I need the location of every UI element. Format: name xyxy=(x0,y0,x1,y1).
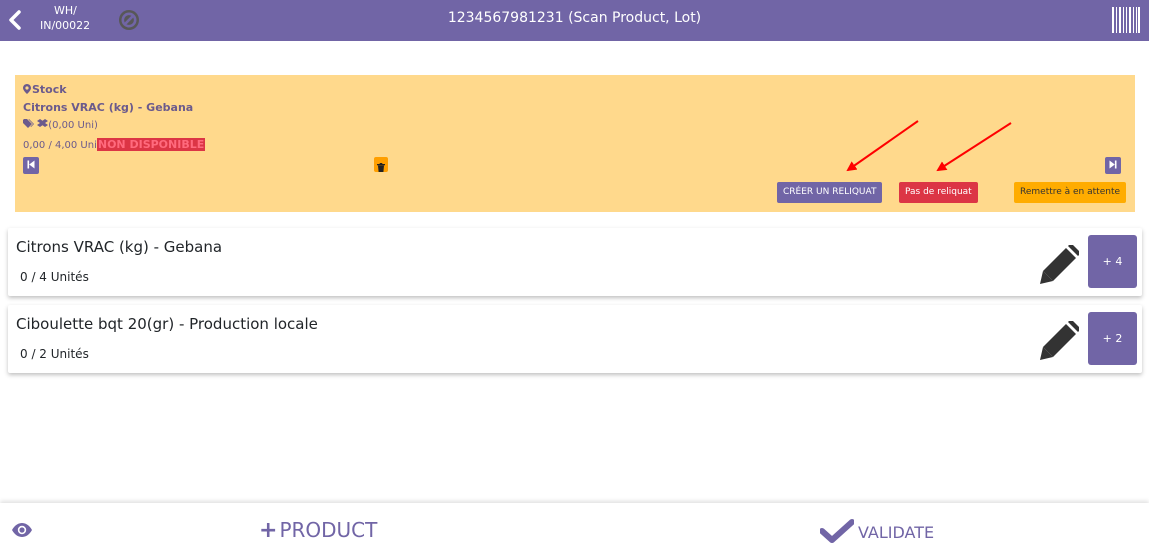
product-line-card[interactable]: Ciboulette bqt 20(gr) - Production local… xyxy=(8,305,1142,373)
stock-panel: Stock Citrons VRAC (kg) - Gebana (0,00 U… xyxy=(15,75,1135,212)
quantity-line: 0,00 / 4,00 UniNON DISPONIBLE xyxy=(23,138,206,151)
product-line-qty: 0 / 2 Unités xyxy=(20,347,89,361)
status-badge: NON DISPONIBLE xyxy=(96,138,206,151)
add-product-label: PRODUCT xyxy=(279,518,378,542)
step-forward-icon xyxy=(1109,160,1117,169)
package-info: (0,00 Uni) xyxy=(23,119,98,131)
step-backward-icon xyxy=(27,160,35,169)
check-icon xyxy=(819,519,855,543)
product-line-qty: 0 / 4 Unités xyxy=(20,270,89,284)
location-name: Stock xyxy=(32,83,67,96)
product-line-name: Ciboulette bqt 20(gr) - Production local… xyxy=(16,315,318,333)
eye-icon[interactable] xyxy=(12,523,32,537)
product-line-card[interactable]: Citrons VRAC (kg) - Gebana 0 / 4 Unités … xyxy=(8,228,1142,296)
bottom-action-bar: + PRODUCT VALIDATE xyxy=(0,503,1149,558)
location-label: Stock xyxy=(23,83,67,96)
validate-button[interactable]: VALIDATE xyxy=(819,519,935,543)
dropbox-icon xyxy=(37,119,49,127)
no-backorder-button[interactable]: Pas de reliquat xyxy=(899,182,978,203)
put-on-hold-button[interactable]: Remettre à en attente xyxy=(1014,182,1127,203)
increment-qty-button[interactable]: + 2 xyxy=(1088,312,1137,365)
add-product-button[interactable]: + PRODUCT xyxy=(259,518,377,543)
back-arrow-icon[interactable] xyxy=(6,9,24,31)
delete-line-button[interactable] xyxy=(374,157,388,172)
panel-product-name: Citrons VRAC (kg) - Gebana xyxy=(23,101,194,114)
plus-icon: + xyxy=(259,518,278,543)
map-marker-icon xyxy=(23,84,31,94)
picking-reference: WH/ IN/00022 xyxy=(40,3,100,33)
reference-line-2: IN/00022 xyxy=(40,19,91,32)
top-bar: WH/ IN/00022 1234567981231 (Scan Product… xyxy=(0,0,1149,41)
increment-qty-button[interactable]: + 4 xyxy=(1088,235,1137,288)
create-backorder-button[interactable]: CRÉER UN RELIQUAT xyxy=(777,182,883,203)
package-qty: (0,00 Uni) xyxy=(48,120,98,131)
qty-done: 0,00 xyxy=(23,140,46,151)
validate-label: VALIDATE xyxy=(858,523,935,542)
qty-total: / 4,00 Uni xyxy=(45,140,97,151)
pencil-icon[interactable] xyxy=(1039,245,1079,285)
no-entry-icon[interactable] xyxy=(117,8,141,32)
previous-line-button[interactable] xyxy=(23,157,39,174)
barcode-icon[interactable] xyxy=(1111,5,1141,35)
next-line-button[interactable] xyxy=(1105,157,1121,174)
tags-icon xyxy=(23,119,34,128)
pencil-icon[interactable] xyxy=(1039,321,1079,361)
trash-icon xyxy=(377,163,385,172)
page-title: 1234567981231 (Scan Product, Lot) xyxy=(447,10,702,26)
product-line-name: Citrons VRAC (kg) - Gebana xyxy=(16,238,223,256)
reference-line-1: WH/ xyxy=(54,4,77,17)
